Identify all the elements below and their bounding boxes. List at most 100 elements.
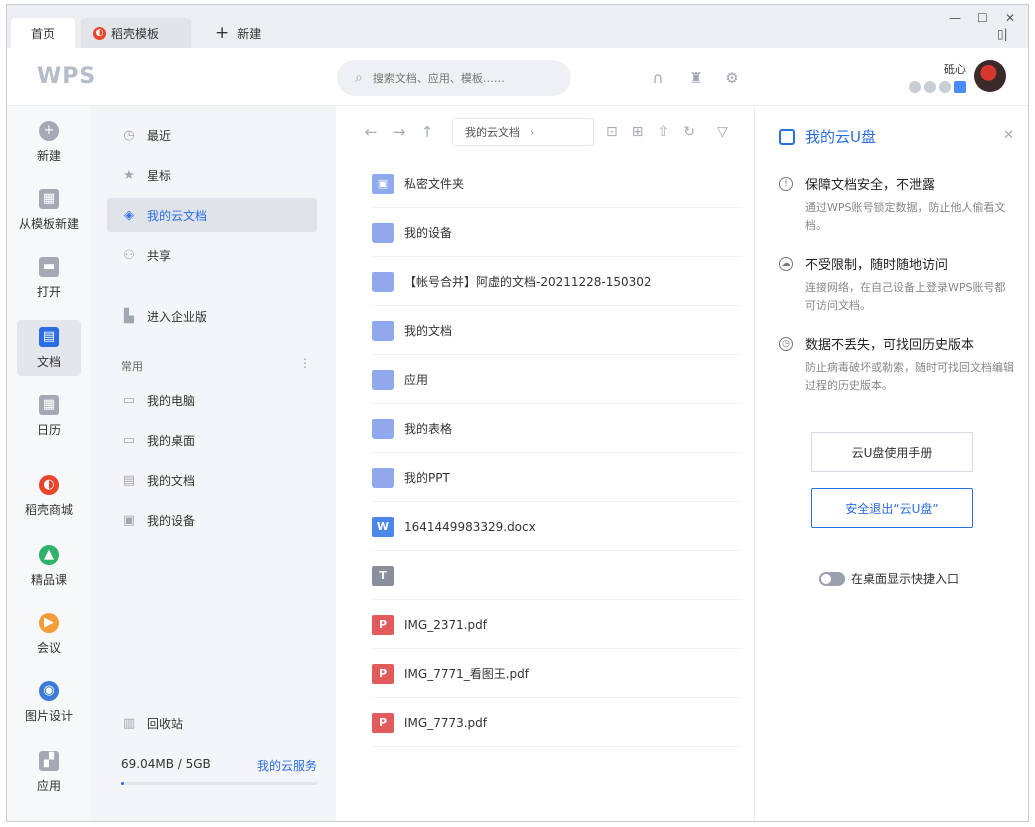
tab-home-label: 首页 [30, 26, 55, 41]
title-bar: 首页 ◐ 稻壳模板 + 新建 — ☐ ✕ ▯| [7, 5, 1028, 48]
headset-icon[interactable]: ∩ [649, 69, 667, 87]
rail-item[interactable]: ▲ 精品课 [17, 538, 81, 594]
pdf-icon: P [372, 712, 394, 733]
close-window-icon[interactable]: ✕ [1005, 11, 1015, 25]
nav-item-recent[interactable]: ◷ 最近 [107, 118, 317, 152]
feature-security: ! 保障文档安全，不泄露 通过WPS账号锁定数据，防止他人偷看文档。 [779, 174, 1015, 235]
nav-item-my-devices[interactable]: ▣ 我的设备 [107, 503, 317, 537]
rail-item[interactable]: ◉ 图片设计 [17, 674, 81, 730]
storage-usage: 69.04MB / 5GB [121, 757, 211, 771]
nav-item-label: 我的电脑 [147, 393, 196, 408]
rail-item-label: 精品课 [30, 572, 67, 587]
file-row[interactable]: ▣ 私密文件夹 [372, 160, 742, 208]
desktop-shortcut-toggle[interactable] [819, 571, 845, 586]
forward-arrow-icon[interactable]: → [388, 123, 410, 141]
nav-item-my-desktop[interactable]: ▭ 我的桌面 [107, 423, 317, 457]
nav-item-my-computer[interactable]: ▭ 我的电脑 [107, 383, 317, 417]
minimize-icon[interactable]: — [949, 11, 961, 25]
image-design-icon: ◉ [39, 680, 59, 701]
panel-title-text: 我的云U盘 [805, 128, 876, 146]
new-folder-icon[interactable]: ⊡ [606, 124, 618, 140]
rail-item[interactable]: ▬ 打开 [17, 250, 81, 306]
file-name: 应用 [404, 373, 429, 387]
toggle-label: 在桌面显示快捷入口 [851, 572, 960, 586]
rail-item[interactable]: ▤ 文档 [17, 320, 81, 376]
nav-item-enterprise[interactable]: ▙ 进入企业版 [107, 299, 317, 333]
file-row[interactable]: 我的文档 [372, 307, 742, 355]
more-icon[interactable]: ⋮ [299, 356, 311, 370]
username[interactable]: 砥心 [944, 61, 966, 77]
feature-access: ☁ 不受限制，随时随地访问 连接网络，在自己设备上登录WPS账号都可访问文档。 [779, 254, 1015, 315]
maximize-icon[interactable]: ☐ [977, 11, 988, 25]
common-section-label: 常用 [121, 360, 143, 373]
file-row[interactable]: P IMG_7773.pdf [372, 699, 742, 747]
calendar-icon: ▦ [39, 394, 59, 415]
wps-logo: WPS [37, 64, 97, 89]
file-row[interactable]: 我的表格 [372, 405, 742, 453]
breadcrumb[interactable]: 我的云文档 › [452, 118, 594, 146]
file-name: 私密文件夹 [404, 177, 465, 191]
rail-item-label: 图片设计 [24, 708, 73, 723]
tab-new-label: 新建 [237, 26, 262, 41]
video-meeting-icon: ▶ [39, 612, 59, 633]
rail-item-label: 从模板新建 [18, 216, 79, 231]
app-window: 首页 ◐ 稻壳模板 + 新建 — ☐ ✕ ▯| WPS ⌕ ∩ ♜ ⚙ 砥心 [6, 4, 1029, 822]
close-icon[interactable]: ✕ [1003, 128, 1014, 143]
skin-icon[interactable]: ♜ [687, 69, 705, 87]
file-row[interactable]: 我的PPT [372, 454, 742, 502]
nav-item-cloud[interactable]: ◈ 我的云文档 [107, 198, 317, 232]
manual-button[interactable]: 云U盘使用手册 [811, 432, 973, 472]
feature-title: 保障文档安全，不泄露 [805, 178, 936, 193]
folder-open-icon: ▬ [39, 256, 59, 277]
rail-item[interactable]: ▞ 应用 [17, 744, 81, 800]
cloud-service-link[interactable]: 我的云服务 [257, 757, 317, 774]
nav-item-trash[interactable]: ▥ 回收站 [107, 706, 317, 740]
exit-cloud-drive-button[interactable]: 安全退出“云U盘” [811, 488, 973, 528]
tab-home[interactable]: 首页 [11, 18, 75, 48]
feature-desc: 连接网络，在自己设备上登录WPS账号都可访问文档。 [805, 281, 1006, 312]
file-row[interactable]: 应用 [372, 356, 742, 404]
nav-item-shared[interactable]: ⚇ 共享 [107, 238, 317, 272]
rail-item[interactable]: ▶ 会议 [17, 606, 81, 662]
nav-item-starred[interactable]: ★ 星标 [107, 158, 317, 192]
top-bar: WPS ⌕ ∩ ♜ ⚙ 砥心 [7, 48, 1028, 106]
file-row[interactable]: T [372, 552, 742, 600]
new-file-icon[interactable]: ⊞ [632, 124, 644, 140]
nav-item-my-documents[interactable]: ▤ 我的文档 [107, 463, 317, 497]
filter-icon[interactable]: ▽ [717, 124, 728, 140]
file-row[interactable]: 【帐号合并】阿虚的文档-20211228-150302 [372, 258, 742, 306]
document-icon: ▤ [39, 326, 59, 347]
daoke-icon: ◐ [39, 474, 59, 495]
refresh-icon[interactable]: ↻ [683, 124, 695, 140]
tab-new[interactable]: + 新建 [205, 18, 275, 48]
file-row[interactable]: W 1641449983329.docx [372, 503, 742, 551]
up-arrow-icon[interactable]: ↑ [416, 123, 438, 141]
layout-toggle-icon[interactable]: ▯| [997, 27, 1008, 41]
badge-icon [939, 81, 951, 93]
rail-item[interactable]: ▦ 日历 [17, 388, 81, 444]
file-name: 我的设备 [404, 226, 453, 240]
shield-icon: ! [779, 176, 793, 191]
trash-icon: ▥ [122, 715, 136, 731]
rail-item[interactable]: ◐ 稻壳商城 [17, 468, 81, 524]
file-row[interactable]: P IMG_7771_看图王.pdf [372, 650, 742, 698]
upload-icon[interactable]: ⇧ [657, 124, 669, 140]
nav-item-label: 我的文档 [147, 473, 196, 488]
tab-daoke[interactable]: ◐ 稻壳模板 [81, 18, 191, 48]
back-arrow-icon[interactable]: ← [360, 123, 382, 141]
settings-icon[interactable]: ⚙ [723, 69, 741, 87]
avatar[interactable] [974, 60, 1006, 92]
pdf-icon: P [372, 663, 394, 684]
nav-item-label: 我的云文档 [147, 208, 208, 223]
nav-panel: ◷ 最近 ★ 星标 ◈ 我的云文档 ⚇ 共享 ▙ 进入企业版 常用 ⋮ ▭ 我的… [91, 106, 336, 821]
file-row[interactable]: P IMG_2371.pdf [372, 601, 742, 649]
cloud-drive-icon [779, 128, 795, 145]
search-box[interactable]: ⌕ [337, 60, 571, 96]
file-row[interactable]: 我的设备 [372, 209, 742, 257]
daoke-logo-icon: ◐ [93, 26, 106, 40]
nav-item-label: 星标 [147, 168, 172, 183]
file-name: 我的文档 [404, 324, 453, 338]
rail-item[interactable]: + 新建 [17, 114, 81, 170]
search-input[interactable] [372, 71, 543, 85]
rail-item[interactable]: ▦ 从模板新建 [17, 182, 81, 238]
